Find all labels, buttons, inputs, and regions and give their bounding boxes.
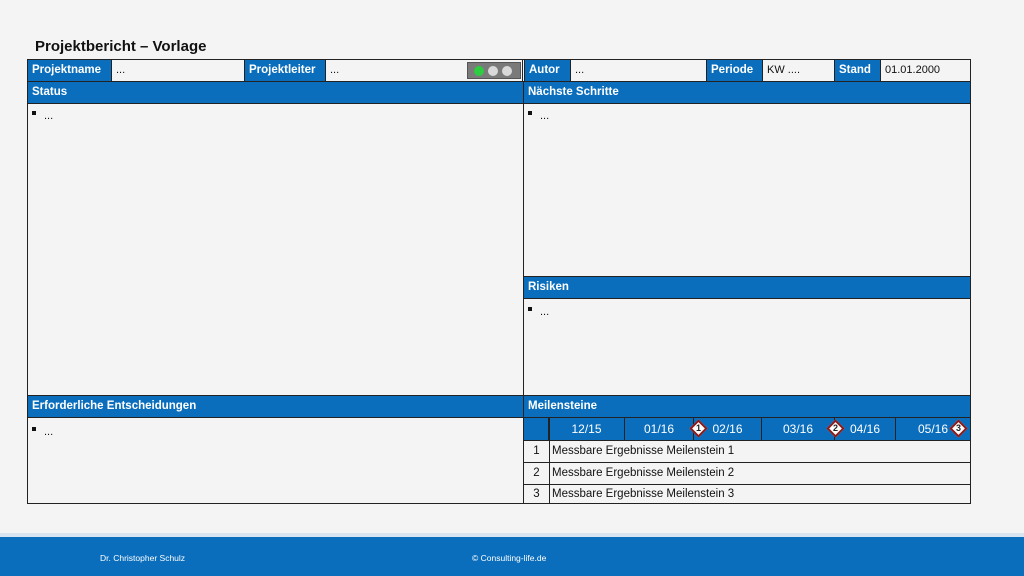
timeline-corner <box>524 418 549 440</box>
page-title: Projektbericht – Vorlage <box>35 38 207 55</box>
traffic-light-yellow <box>488 66 498 76</box>
autor-field[interactable]: ... <box>571 60 707 81</box>
stand-field[interactable]: 01.01.2000 <box>881 60 970 81</box>
milestone-row-number: 1 <box>533 445 540 457</box>
footer-copyright: © Consulting-life.de <box>472 553 547 563</box>
report-sheet: Projektname ... Projektleiter ... Autor … <box>27 59 971 504</box>
milestone-row-number: 3 <box>533 488 540 500</box>
risks-header: Risiken <box>524 277 970 298</box>
milestone-row[interactable]: 2 Messbare Ergebnisse Meilenstein 2 <box>524 463 970 484</box>
periode-field[interactable]: KW .... <box>763 60 835 81</box>
milestone-row-number: 2 <box>533 467 540 479</box>
timeline-date: 12/15 <box>549 418 625 440</box>
milestone-row-text: Messbare Ergebnisse Meilenstein 3 <box>552 488 735 500</box>
milestone-row[interactable]: 1 Messbare Ergebnisse Meilenstein 1 <box>524 441 970 462</box>
milestone-marker-label: 1 <box>695 423 701 433</box>
projektname-label: Projektname <box>28 60 112 81</box>
risks-bullet[interactable]: ... <box>528 306 549 318</box>
milestone-row-text: Messbare Ergebnisse Meilenstein 2 <box>552 467 735 479</box>
stand-label: Stand <box>835 60 881 81</box>
status-bullet[interactable]: ... <box>32 110 53 122</box>
milestone-marker-label: 2 <box>832 423 838 433</box>
footer-author: Dr. Christopher Schulz <box>100 553 186 563</box>
milestones-timeline: 12/15 01/16 02/16 03/16 04/16 05/16 1 2 … <box>524 418 970 440</box>
decisions-bullet[interactable]: ... <box>32 426 53 438</box>
footer: Dr. Christopher Schulz © Consulting-life… <box>0 537 1024 576</box>
milestone-marker-label: 3 <box>955 423 961 433</box>
next-steps-header: Nächste Schritte <box>524 82 970 103</box>
traffic-light-red <box>502 66 512 76</box>
timeline-date: 03/16 <box>762 418 835 440</box>
periode-label: Periode <box>707 60 763 81</box>
milestones-header: Meilensteine <box>524 396 970 417</box>
decisions-header: Erforderliche Entscheidungen <box>28 396 523 417</box>
traffic-light-icon[interactable] <box>467 62 521 79</box>
timeline-date: 01/16 <box>625 418 694 440</box>
milestone-row-text: Messbare Ergebnisse Meilenstein 1 <box>552 445 735 457</box>
projektname-field[interactable]: ... <box>112 60 245 81</box>
traffic-light-green <box>474 66 484 76</box>
milestone-row[interactable]: 3 Messbare Ergebnisse Meilenstein 3 <box>524 485 970 503</box>
projektleiter-label: Projektleiter <box>245 60 326 81</box>
status-header: Status <box>28 82 523 103</box>
autor-label: Autor <box>524 60 571 81</box>
next-steps-bullet[interactable]: ... <box>528 110 549 122</box>
